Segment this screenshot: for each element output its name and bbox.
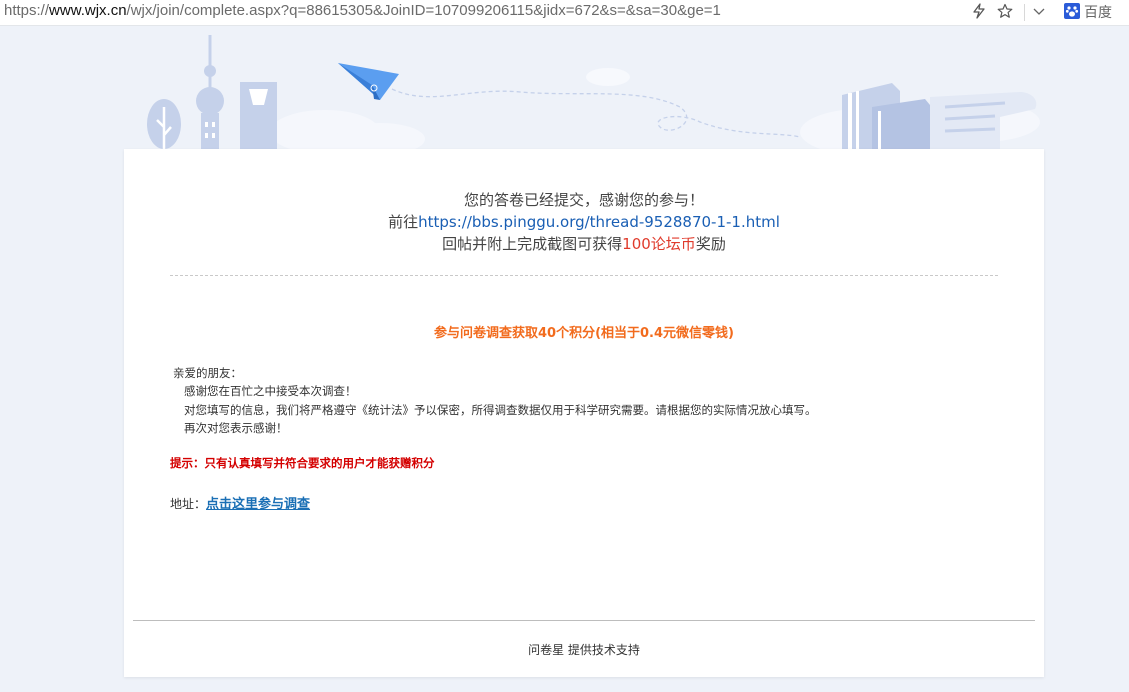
completion-card: 您的答卷已经提交，感谢您的参与！ 前往https://bbs.pinggu.or… <box>124 149 1044 677</box>
baidu-paw-icon[interactable] <box>1064 3 1080 19</box>
tower-icon <box>196 35 224 150</box>
address-label: 地址： <box>170 497 207 511</box>
reward-line: 回帖并附上完成截图可获得100论坛币奖励 <box>124 233 1044 255</box>
reward-suffix: 奖励 <box>695 235 726 253</box>
star-icon[interactable] <box>997 3 1013 23</box>
letter-greeting: 亲爱的朋友： <box>173 366 242 380</box>
points-offer: 参与问卷调查获取40个积分(相当于0.4元微信零钱) <box>433 326 734 341</box>
skyscraper-icon <box>240 82 277 150</box>
footer-divider <box>133 620 1035 621</box>
header-illustration <box>147 35 1040 152</box>
url-text[interactable]: https://www.wjx.cn/wjx/join/complete.asp… <box>4 2 721 19</box>
toolbar-separator <box>1024 4 1025 21</box>
reward-prefix: 回帖并附上完成截图可获得 <box>442 235 623 253</box>
forum-link-prefix: 前往 <box>388 213 419 231</box>
letter-paragraph: 再次对您表示感谢！ <box>184 420 288 435</box>
url-path: /wjx/join/complete.aspx?q=88615305&JoinI… <box>126 2 721 19</box>
url-scheme: https:// <box>4 2 50 19</box>
search-engine-label[interactable]: 百度 <box>1084 2 1112 22</box>
tree-icon <box>147 99 181 150</box>
forum-thread-link[interactable]: https://bbs.pinggu.org/thread-9528870-1-… <box>418 213 780 231</box>
footer-credit: 问卷星 提供技术支持 <box>528 643 640 657</box>
forum-link-line: 前往https://bbs.pinggu.org/thread-9528870-… <box>124 211 1044 233</box>
chevron-down-icon[interactable] <box>1032 3 1046 23</box>
paper-plane-icon <box>338 63 399 100</box>
tip-text: 提示：只有认真填写并符合要求的用户才能获赠积分 <box>170 456 435 470</box>
lightning-icon[interactable] <box>972 3 986 23</box>
reward-amount: 100论坛币 <box>622 235 696 253</box>
letter-paragraph: 感谢您在百忙之中接受本次调查！ <box>184 384 357 399</box>
survey-link[interactable]: 点击这里参与调查 <box>206 497 310 512</box>
books-icon <box>842 83 930 150</box>
dashed-divider <box>170 275 998 276</box>
letter-paragraph: 对您填写的信息，我们将严格遵守《统计法》予以保密，所得调查数据仅用于科学研究需要… <box>184 402 817 417</box>
url-host: www.wjx.cn <box>49 2 127 19</box>
address-line: 地址：点击这里参与调查 <box>170 493 310 512</box>
survey-letter: 亲爱的朋友： 感谢您在百忙之中接受本次调查！ 对您填写的信息，我们将严格遵守《统… <box>173 364 817 437</box>
browser-address-bar[interactable]: https://www.wjx.cn/wjx/join/complete.asp… <box>0 0 1129 26</box>
thanks-message: 您的答卷已经提交，感谢您的参与！ <box>463 191 704 209</box>
